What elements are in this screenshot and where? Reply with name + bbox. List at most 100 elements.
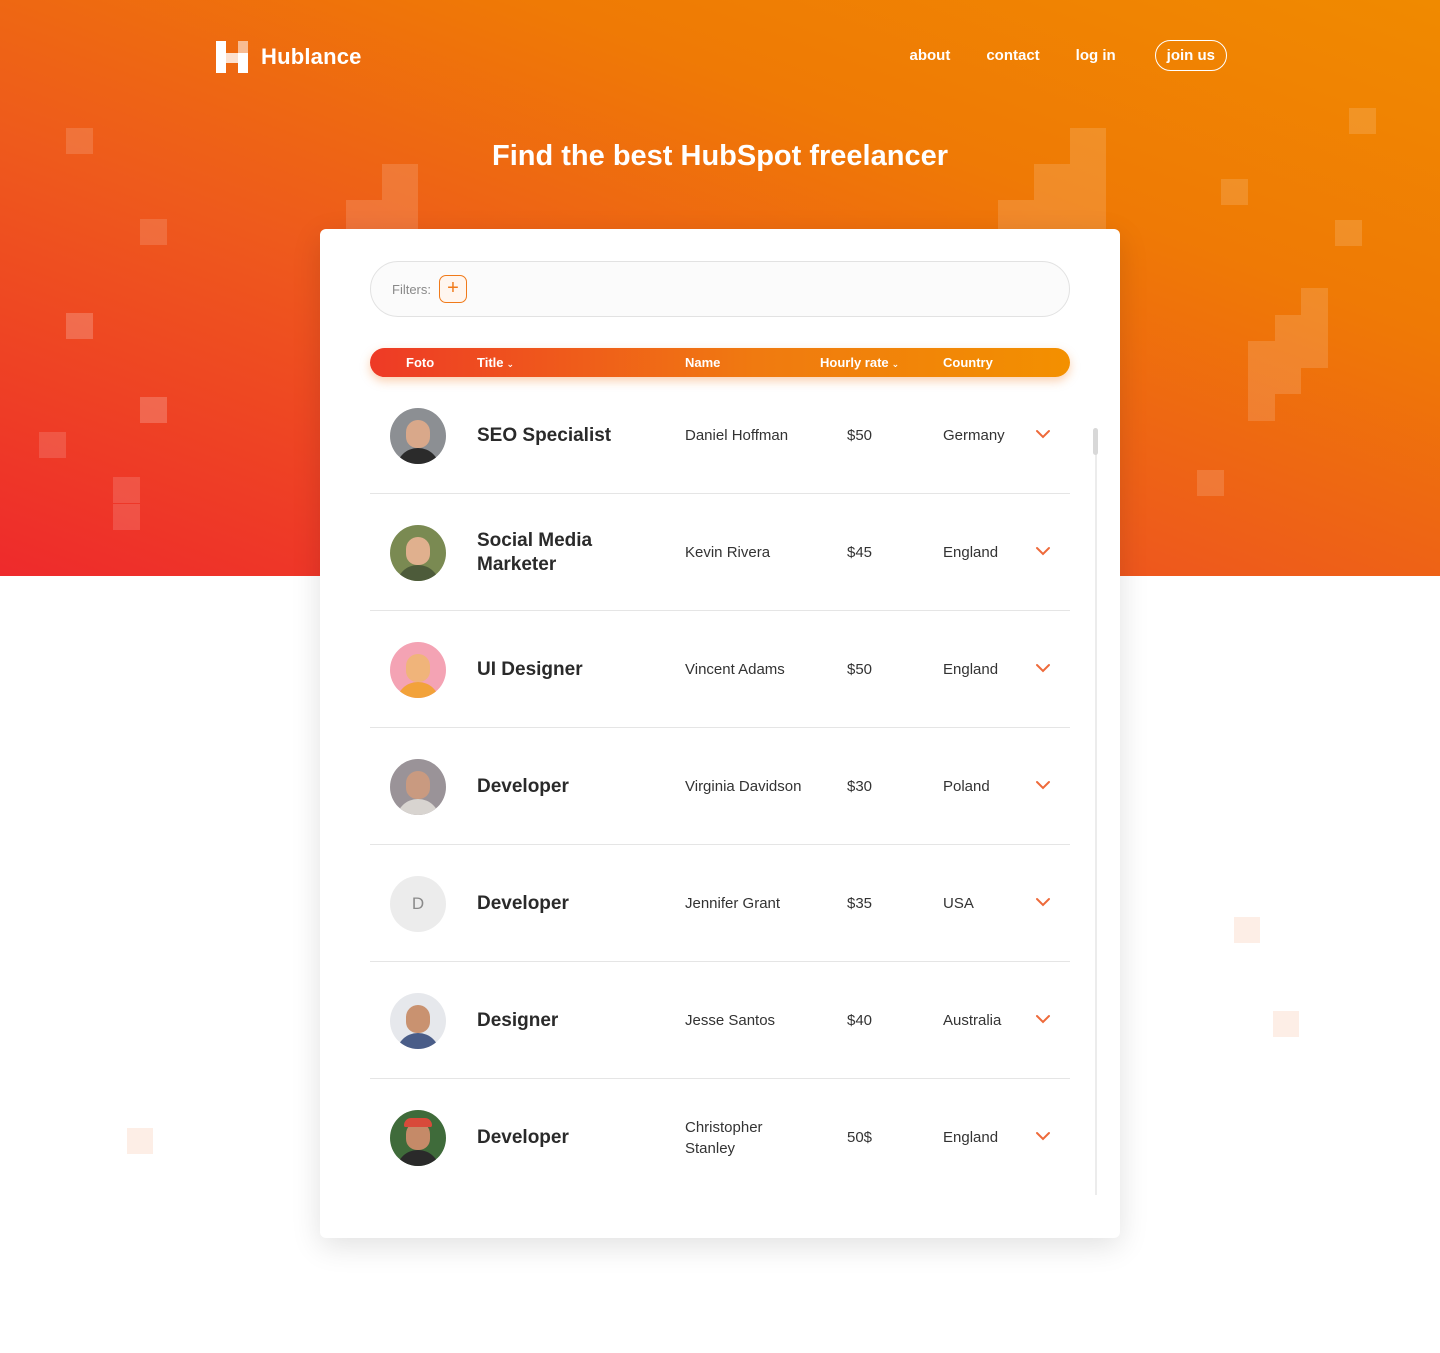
row-title: Developer (477, 775, 569, 797)
scrollbar-thumb[interactable] (1093, 428, 1098, 455)
table-row[interactable]: Developer Virginia Davidson $30 Poland (370, 728, 1070, 845)
row-country: Poland (943, 778, 990, 795)
row-title: Developer (477, 892, 569, 914)
avatar-initial: D (390, 876, 446, 932)
decor-square (1248, 368, 1275, 394)
decor-square (39, 432, 66, 458)
scrollbar-track[interactable] (1095, 429, 1097, 1195)
decor-square (1349, 108, 1376, 134)
row-name: Daniel Hoffman (685, 427, 789, 444)
avatar (390, 408, 446, 464)
plus-icon: + (447, 277, 459, 299)
row-country: USA (943, 895, 974, 912)
column-header-hourly-rate[interactable]: Hourly rate ⌄ (820, 355, 899, 370)
row-country: England (943, 544, 999, 561)
row-hourly-rate: $40 (847, 1012, 873, 1029)
decor-square (998, 200, 1034, 229)
decor-square (66, 313, 93, 339)
avatar (390, 642, 446, 698)
table-row[interactable]: SEO Specialist Daniel Hoffman $50 German… (370, 377, 1070, 494)
chevron-down-icon[interactable] (1034, 425, 1052, 443)
nav-contact-link[interactable]: contact (986, 47, 1039, 64)
chevron-down-icon[interactable] (1034, 1010, 1052, 1028)
decor-square (1034, 200, 1070, 229)
row-hourly-rate: $50 (847, 661, 873, 678)
row-name: Jennifer Grant (685, 895, 781, 912)
chevron-down-icon[interactable] (1034, 893, 1052, 911)
decor-square (1273, 1011, 1299, 1037)
decor-square (1197, 470, 1224, 496)
brand-name: Hublance (261, 44, 362, 69)
decor-square (113, 477, 140, 503)
table-row[interactable]: Developer Christopher Stanley 50$ Englan… (370, 1079, 1070, 1196)
column-header-title[interactable]: Title ⌄ (477, 355, 514, 370)
table-body: SEO Specialist Daniel Hoffman $50 German… (370, 377, 1070, 1196)
row-country: Australia (943, 1012, 1002, 1029)
row-hourly-rate: $30 (847, 778, 873, 795)
row-title: Social Media Marketer (477, 529, 593, 575)
freelancer-table-card: Filters: + Foto Title ⌄ Name Hourly rate ⌄… (320, 229, 1120, 1238)
avatar (390, 525, 446, 581)
filter-label: Filters: (392, 281, 431, 297)
row-hourly-rate: $45 (847, 544, 873, 561)
chevron-down-icon[interactable] (1034, 1127, 1052, 1145)
decor-square (140, 397, 167, 423)
decor-square (1275, 341, 1301, 368)
table-row[interactable]: D Developer Jennifer Grant $35 USA (370, 845, 1070, 962)
row-title: Designer (477, 1009, 559, 1031)
avatar (390, 1110, 446, 1166)
column-header-country: Country (943, 355, 993, 370)
decor-square (1275, 368, 1301, 394)
nav-about-link[interactable]: about (909, 47, 950, 64)
row-title: Developer (477, 1126, 569, 1148)
row-title: SEO Specialist (477, 424, 612, 446)
nav-login-link[interactable]: log in (1076, 47, 1116, 64)
row-name: Virginia Davidson (685, 778, 802, 795)
row-name: Jesse Santos (685, 1012, 776, 1029)
row-name: Kevin Rivera (685, 544, 771, 561)
row-name: Vincent Adams (685, 661, 785, 678)
decor-square (127, 1128, 153, 1154)
row-country: England (943, 661, 999, 678)
avatar (390, 993, 446, 1049)
decor-square (1301, 341, 1328, 368)
table-header: Foto Title ⌄ Name Hourly rate ⌄ Country (370, 348, 1070, 377)
column-header-title-label: Title (477, 355, 504, 370)
decor-square (1234, 917, 1260, 943)
row-name: Christopher Stanley (685, 1118, 763, 1157)
chevron-down-icon: ⌄ (891, 359, 900, 369)
avatar (390, 759, 446, 815)
chevron-down-icon[interactable] (1034, 776, 1052, 794)
join-us-button[interactable]: join us (1154, 40, 1227, 71)
row-hourly-rate: 50$ (847, 1129, 873, 1146)
row-hourly-rate: $50 (847, 427, 873, 444)
add-filter-button[interactable]: + (439, 275, 467, 303)
chevron-down-icon: ⌄ (506, 359, 515, 369)
chevron-down-icon[interactable] (1034, 659, 1052, 677)
column-header-rate-label: Hourly rate (820, 355, 889, 370)
brand-logo[interactable]: Hublance (216, 41, 362, 73)
decor-square (1301, 315, 1328, 341)
filter-bar[interactable]: Filters: + (370, 261, 1070, 317)
page-title: Find the best HubSpot freelancer (492, 140, 948, 172)
decor-square (1070, 200, 1106, 229)
decor-square (1301, 288, 1328, 315)
table-row[interactable]: Designer Jesse Santos $40 Australia (370, 962, 1070, 1079)
row-title: UI Designer (477, 658, 583, 680)
table-row[interactable]: Social Media Marketer Kevin Rivera $45 E… (370, 494, 1070, 611)
decor-square (1275, 315, 1301, 341)
decor-square (1248, 394, 1275, 421)
top-nav: about contact log in join us (873, 40, 1227, 71)
decor-square (382, 200, 418, 229)
decor-square (346, 200, 382, 229)
chevron-down-icon[interactable] (1034, 542, 1052, 560)
column-header-foto: Foto (406, 355, 435, 370)
decor-square (140, 219, 167, 245)
table-row[interactable]: UI Designer Vincent Adams $50 England (370, 611, 1070, 728)
row-country: Germany (943, 427, 1005, 444)
decor-square (113, 504, 140, 530)
column-header-name: Name (685, 355, 721, 370)
row-country: England (943, 1129, 999, 1146)
decor-square (1335, 220, 1362, 246)
hublance-logo-icon (216, 41, 248, 73)
